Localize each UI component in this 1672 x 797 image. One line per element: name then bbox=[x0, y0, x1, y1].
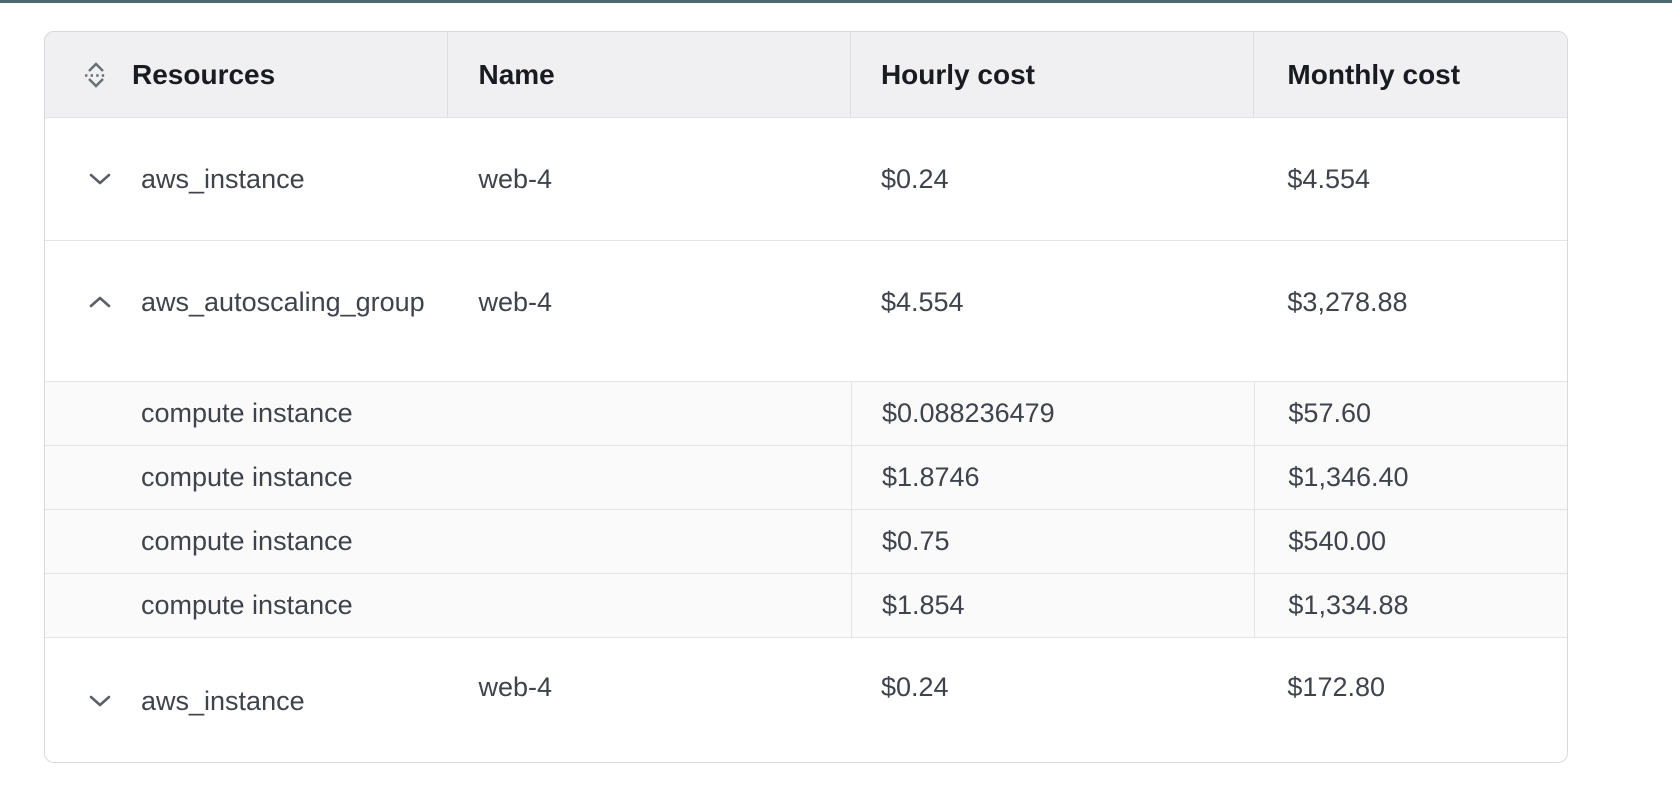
monthly-cost-cell: $1,346.40 bbox=[1254, 446, 1567, 509]
name-cell-label: web-4 bbox=[478, 672, 552, 703]
monthly-cost-cell-label: $3,278.88 bbox=[1287, 287, 1407, 318]
column-header-name: Name bbox=[448, 32, 850, 117]
monthly-cost-cell: $3,278.88 bbox=[1254, 241, 1567, 363]
resource-label: compute instance bbox=[141, 398, 353, 429]
name-cell bbox=[449, 382, 851, 445]
resource-label: compute instance bbox=[141, 590, 353, 621]
hourly-cost-cell: $0.24 bbox=[851, 118, 1254, 240]
hourly-cost-cell-label: $0.088236479 bbox=[882, 398, 1055, 429]
resource-label: aws_autoscaling_group bbox=[141, 287, 425, 318]
table-header-row: Resources Name Hourly cost Monthly cost bbox=[45, 32, 1567, 118]
table-subrow: compute instance $1.8746 $1,346.40 bbox=[45, 446, 1567, 510]
monthly-cost-cell: $4.554 bbox=[1254, 118, 1567, 240]
column-header-monthly-cost: Monthly cost bbox=[1254, 32, 1567, 117]
chevron-down-icon[interactable] bbox=[89, 695, 111, 707]
resource-label: compute instance bbox=[141, 462, 353, 493]
name-cell: web-4 bbox=[448, 638, 850, 763]
table-subrow: compute instance $1.854 $1,334.88 bbox=[45, 574, 1567, 638]
chevron-up-icon[interactable] bbox=[89, 296, 111, 308]
hourly-cost-cell-label: $1.8746 bbox=[882, 462, 980, 493]
cost-table: Resources Name Hourly cost Monthly cost … bbox=[44, 31, 1568, 763]
table-row[interactable]: aws_autoscaling_group web-4 $4.554 $3,278.8… bbox=[45, 241, 1567, 382]
monthly-cost-cell: $172.80 bbox=[1254, 638, 1567, 763]
resource-label: aws_instance bbox=[141, 164, 305, 195]
table-subrow: compute instance $0.088236479 $57.60 bbox=[45, 382, 1567, 446]
expand-collapse-all-icon[interactable] bbox=[83, 60, 109, 90]
hourly-cost-cell: $0.75 bbox=[851, 510, 1254, 573]
resource-cell: compute instance bbox=[45, 382, 449, 445]
column-header-label: Resources bbox=[132, 59, 275, 91]
resource-cell: compute instance bbox=[45, 574, 449, 637]
monthly-cost-cell: $540.00 bbox=[1254, 510, 1567, 573]
hourly-cost-cell-label: $4.554 bbox=[881, 287, 964, 318]
name-cell-label: web-4 bbox=[478, 287, 552, 318]
resource-cell: compute instance bbox=[45, 446, 449, 509]
hourly-cost-cell: $0.088236479 bbox=[851, 382, 1254, 445]
monthly-cost-cell-label: $4.554 bbox=[1287, 164, 1370, 195]
table-subrow: compute instance $0.75 $540.00 bbox=[45, 510, 1567, 574]
chevron-down-icon[interactable] bbox=[89, 173, 111, 185]
hourly-cost-cell-label: $0.24 bbox=[881, 164, 949, 195]
monthly-cost-cell-label: $1,346.40 bbox=[1288, 462, 1408, 493]
resource-cell: aws_autoscaling_group bbox=[45, 241, 448, 363]
column-header-label: Hourly cost bbox=[881, 59, 1035, 91]
hourly-cost-cell-label: $0.75 bbox=[882, 526, 950, 557]
hourly-cost-cell: $4.554 bbox=[851, 241, 1254, 363]
table-row[interactable]: aws_instance web-4 $0.24 $4.554 bbox=[45, 118, 1567, 241]
monthly-cost-cell: $57.60 bbox=[1254, 382, 1567, 445]
name-cell-label: web-4 bbox=[478, 164, 552, 195]
name-cell bbox=[449, 574, 851, 637]
resource-cell: compute instance bbox=[45, 510, 449, 573]
column-header-label: Name bbox=[478, 59, 554, 91]
column-header-label: Monthly cost bbox=[1287, 59, 1460, 91]
hourly-cost-cell: $1.8746 bbox=[851, 446, 1254, 509]
resource-cell: aws_instance bbox=[45, 638, 448, 763]
resource-label: aws_instance bbox=[141, 686, 305, 717]
monthly-cost-cell-label: $1,334.88 bbox=[1288, 590, 1408, 621]
name-cell: web-4 bbox=[448, 118, 850, 240]
hourly-cost-cell-label: $0.24 bbox=[881, 672, 949, 703]
top-accent-bar bbox=[0, 0, 1672, 3]
monthly-cost-cell-label: $172.80 bbox=[1287, 672, 1385, 703]
name-cell bbox=[449, 446, 851, 509]
column-header-resources: Resources bbox=[45, 32, 448, 117]
monthly-cost-cell-label: $57.60 bbox=[1288, 398, 1371, 429]
resource-cell: aws_instance bbox=[45, 118, 448, 240]
column-header-hourly-cost: Hourly cost bbox=[851, 32, 1254, 117]
hourly-cost-cell: $0.24 bbox=[851, 638, 1254, 763]
name-cell bbox=[449, 510, 851, 573]
monthly-cost-cell: $1,334.88 bbox=[1254, 574, 1567, 637]
table-row[interactable]: aws_instance web-4 $0.24 $172.80 bbox=[45, 638, 1567, 763]
name-cell: web-4 bbox=[448, 241, 850, 363]
monthly-cost-cell-label: $540.00 bbox=[1288, 526, 1386, 557]
resource-label: compute instance bbox=[141, 526, 353, 557]
hourly-cost-cell-label: $1.854 bbox=[882, 590, 965, 621]
table-body: aws_instanceweb-4$0.24$4.554aws_autoscal… bbox=[45, 118, 1567, 763]
hourly-cost-cell: $1.854 bbox=[851, 574, 1254, 637]
